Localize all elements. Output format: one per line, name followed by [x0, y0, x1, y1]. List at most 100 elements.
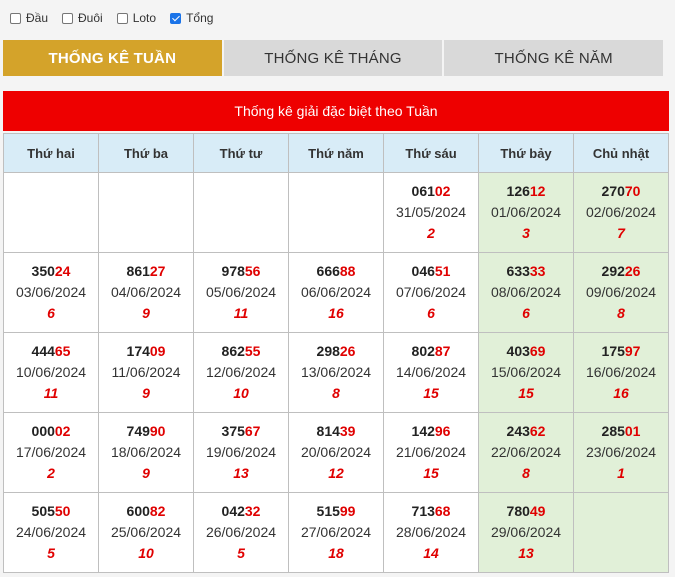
digit-sum: 7: [617, 225, 625, 241]
number-tail: 97: [624, 343, 641, 359]
number-tail: 27: [149, 263, 166, 279]
special-prize-number: 97856: [194, 261, 288, 282]
draw-date: 04/06/2024: [110, 284, 182, 300]
filter-dau[interactable]: Đầu: [10, 11, 48, 25]
draw-date: 15/06/2024: [490, 364, 562, 380]
draw-date: 26/06/2024: [205, 524, 277, 540]
result-cell: 71368 28/06/2024 14: [383, 492, 479, 573]
draw-date: 10/06/2024: [15, 364, 87, 380]
draw-date: 21/06/2024: [395, 444, 467, 460]
digit-sum: 2: [47, 465, 55, 481]
digit-sum: 6: [522, 305, 530, 321]
special-prize-number: 27070: [574, 181, 668, 202]
result-cell: 51599 27/06/2024 18: [288, 492, 384, 573]
number-tail: 68: [434, 503, 451, 519]
filter-loto[interactable]: Loto: [116, 11, 156, 25]
number-head: 292: [601, 263, 625, 279]
number-head: 061: [411, 183, 435, 199]
special-prize-number: 37567: [194, 421, 288, 442]
special-prize-number: 04651: [384, 261, 478, 282]
table-row: 00002 17/06/2024 2 74990 18/06/2024 9 37567 19/…: [3, 412, 669, 493]
draw-date: 06/06/2024: [300, 284, 372, 300]
draw-date: 09/06/2024: [585, 284, 657, 300]
number-tail: 56: [244, 263, 261, 279]
special-prize-number: 80287: [384, 341, 478, 362]
digit-sum: 3: [522, 225, 530, 241]
result-cell: 63333 08/06/2024 6: [478, 252, 574, 333]
digit-sum: 8: [332, 385, 340, 401]
result-cell: 12612 01/06/2024 3: [478, 172, 574, 253]
digit-sum: 9: [142, 465, 150, 481]
number-head: 515: [316, 503, 340, 519]
tab-month[interactable]: THỐNG KÊ THÁNG: [223, 40, 443, 76]
result-cell: 24362 22/06/2024 8: [478, 412, 574, 493]
special-prize-number: 51599: [289, 501, 383, 522]
digit-sum: 14: [423, 545, 439, 561]
result-cell: 66688 06/06/2024 16: [288, 252, 384, 333]
result-cell: 74990 18/06/2024 9: [98, 412, 194, 493]
number-tail: 90: [149, 423, 166, 439]
result-cell: 50550 24/06/2024 5: [3, 492, 99, 573]
filter-dau-checkbox[interactable]: [10, 12, 21, 24]
result-cell: 44465 10/06/2024 11: [3, 332, 99, 413]
number-tail: 49: [529, 503, 546, 519]
number-head: 046: [411, 263, 435, 279]
draw-date: 02/06/2024: [585, 204, 657, 220]
number-head: 862: [221, 343, 245, 359]
number-tail: 01: [624, 423, 641, 439]
special-prize-number: 40369: [479, 341, 573, 362]
number-tail: 82: [149, 503, 166, 519]
result-cell: 60082 25/06/2024 10: [98, 492, 194, 573]
number-tail: 02: [434, 183, 451, 199]
tab-year[interactable]: THỐNG KÊ NĂM: [444, 40, 664, 76]
special-prize-number: 06102: [384, 181, 478, 202]
filter-tong-checkbox[interactable]: [170, 12, 182, 24]
header-saturday: Thứ bảy: [478, 133, 574, 173]
result-cell: 40369 15/06/2024 15: [478, 332, 574, 413]
number-head: 298: [316, 343, 340, 359]
header-wednesday: Thứ tư: [193, 133, 289, 173]
filter-duoi[interactable]: Đuôi: [62, 11, 103, 25]
table-row: 44465 10/06/2024 11 17409 11/06/2024 9 86255 12…: [3, 332, 669, 413]
digit-sum: 11: [233, 305, 249, 321]
number-head: 814: [316, 423, 340, 439]
special-prize-number: 86127: [99, 261, 193, 282]
digit-sum: 10: [233, 385, 249, 401]
special-prize-number: 74990: [99, 421, 193, 442]
tab-week[interactable]: THỐNG KÊ TUẦN: [3, 40, 222, 76]
digit-sum: 2: [427, 225, 435, 241]
special-prize-number: 12612: [479, 181, 573, 202]
filter-loto-checkbox[interactable]: [116, 12, 128, 24]
number-head: 174: [126, 343, 150, 359]
digit-sum: 13: [233, 465, 249, 481]
digit-sum: 12: [328, 465, 344, 481]
number-head: 666: [316, 263, 340, 279]
number-tail: 50: [54, 503, 71, 519]
special-prize-number: 60082: [99, 501, 193, 522]
number-head: 749: [126, 423, 150, 439]
number-head: 350: [31, 263, 55, 279]
result-cell: 14296 21/06/2024 15: [383, 412, 479, 493]
number-tail: 12: [529, 183, 546, 199]
draw-date: 12/06/2024: [205, 364, 277, 380]
number-tail: 26: [339, 343, 356, 359]
table-body: 06102 31/05/2024 2 12612 01/06/2024 3 27070 02/…: [3, 172, 669, 573]
draw-date: 20/06/2024: [300, 444, 372, 460]
table-row: 50550 24/06/2024 5 60082 25/06/2024 10 04232 26…: [3, 492, 669, 573]
draw-date: 13/06/2024: [300, 364, 372, 380]
digit-sum: 6: [427, 305, 435, 321]
filter-tong[interactable]: Tổng: [170, 11, 213, 25]
draw-date: 29/06/2024: [490, 524, 562, 540]
result-cell: 37567 19/06/2024 13: [193, 412, 289, 493]
special-prize-number: 17409: [99, 341, 193, 362]
special-prize-number: 66688: [289, 261, 383, 282]
number-head: 713: [411, 503, 435, 519]
result-cell: 35024 03/06/2024 6: [3, 252, 99, 333]
filter-duoi-checkbox[interactable]: [62, 12, 74, 24]
result-cell: 17409 11/06/2024 9: [98, 332, 194, 413]
draw-date: 11/06/2024: [111, 364, 181, 380]
number-head: 270: [601, 183, 625, 199]
digit-sum: 15: [423, 385, 439, 401]
number-tail: 65: [54, 343, 71, 359]
number-tail: 87: [434, 343, 451, 359]
